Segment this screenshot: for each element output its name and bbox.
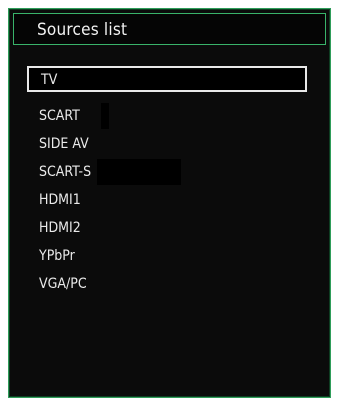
source-label: SCART — [39, 108, 80, 124]
source-label: SIDE AV — [39, 136, 89, 152]
source-item-tv[interactable]: TV — [27, 66, 307, 92]
source-label: VGA/PC — [39, 276, 87, 292]
redaction-mask — [97, 159, 181, 185]
source-item-hdmi2[interactable]: HDMI2 — [27, 214, 330, 242]
source-label: HDMI2 — [39, 220, 81, 236]
source-label: HDMI1 — [39, 192, 81, 208]
source-item-hdmi1[interactable]: HDMI1 — [27, 186, 330, 214]
source-label: YPbPr — [39, 248, 75, 264]
sources-panel: Sources list TV SCART SIDE AV SCART-S HD… — [8, 8, 331, 398]
source-item-ypbpr[interactable]: YPbPr — [27, 242, 330, 270]
source-label: TV — [41, 72, 58, 88]
source-item-side-av[interactable]: SIDE AV — [27, 130, 330, 158]
sources-list: TV SCART SIDE AV SCART-S HDMI1 HDMI2 YPb… — [27, 66, 330, 298]
redaction-mask — [101, 103, 109, 129]
source-item-vga-pc[interactable]: VGA/PC — [27, 270, 330, 298]
source-label: SCART-S — [39, 164, 92, 180]
source-item-scart-s[interactable]: SCART-S — [27, 158, 330, 186]
page-title: Sources list — [37, 20, 128, 40]
source-item-scart[interactable]: SCART — [27, 102, 330, 130]
title-bar: Sources list — [13, 13, 326, 45]
